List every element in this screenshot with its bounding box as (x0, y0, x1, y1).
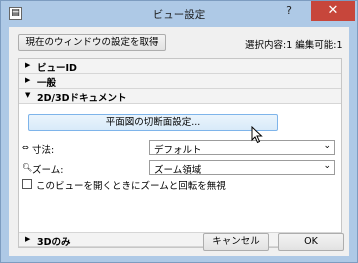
dimension-icon: ⇔ (22, 143, 29, 152)
chevron-down-icon: ⌄ (323, 141, 331, 151)
get-current-window-settings-button[interactable]: 現在のウィンドウの設定を取得 (18, 34, 166, 51)
title-bar[interactable]: ▤ ビュー設定 ? ✕ (1, 1, 357, 27)
expand-triangle-icon: ▶ (25, 76, 31, 84)
floor-plan-cut-plane-settings-button[interactable]: 平面図の切断面設定... (28, 114, 278, 131)
close-button[interactable]: ✕ (311, 1, 355, 21)
section-label: 一般 (37, 78, 57, 89)
dimension-select[interactable]: デフォルト ⌄ (149, 140, 335, 156)
zoom-select[interactable]: ズーム領域 ⌄ (149, 160, 335, 176)
section-general[interactable]: ▶ 一般 (19, 74, 341, 89)
magnifier-icon: 🔍︎ (22, 163, 33, 172)
view-settings-dialog: ▤ ビュー設定 ? ✕ 現在のウィンドウの設定を取得 選択内容:1 編集可能:1… (0, 0, 358, 263)
cancel-button[interactable]: キャンセル (203, 233, 269, 251)
zoom-row: 🔍︎ ズーム: ズーム領域 ⌄ (19, 160, 341, 176)
dialog-client-area: 現在のウィンドウの設定を取得 選択内容:1 編集可能:1 ▶ ビューID ▶ 一… (9, 27, 349, 256)
section-2d3d-document[interactable]: ▼ 2D/3Dドキュメント (19, 89, 341, 104)
collapse-triangle-icon: ▼ (25, 91, 31, 99)
section-view-id[interactable]: ▶ ビューID (19, 59, 341, 74)
ignore-zoom-rotation-label: このビューを開くときにズームと回転を無視 (36, 181, 226, 192)
ignore-zoom-rotation-checkbox[interactable] (22, 179, 32, 189)
zoom-value: ズーム領域 (154, 165, 202, 176)
help-button[interactable]: ? (269, 1, 309, 21)
dimension-row: ⇔ 寸法: デフォルト ⌄ (19, 140, 341, 156)
expand-triangle-icon: ▶ (25, 61, 31, 69)
ok-button[interactable]: OK (278, 233, 344, 251)
section-label: 2D/3Dドキュメント (37, 93, 127, 104)
chevron-down-icon: ⌄ (323, 161, 331, 171)
mouse-pointer-icon (251, 126, 263, 144)
section-label: ビューID (37, 63, 77, 74)
expand-triangle-icon: ▶ (25, 235, 31, 243)
dimension-value: デフォルト (154, 145, 202, 156)
selection-info: 選択内容:1 編集可能:1 (245, 40, 343, 51)
zoom-label: ズーム: (32, 165, 64, 176)
section-label: 3Dのみ (37, 237, 71, 248)
settings-panel: ▶ ビューID ▶ 一般 ▼ 2D/3Dドキュメント 平面図の切断面設定... … (18, 58, 342, 248)
dimension-label: 寸法: (32, 145, 55, 156)
